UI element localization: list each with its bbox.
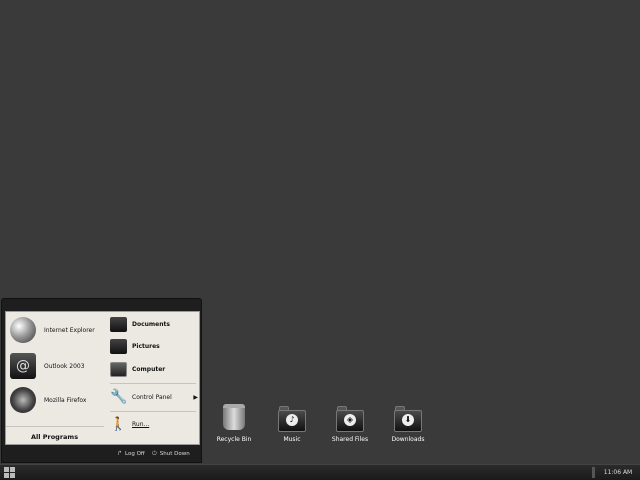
place-label: Pictures xyxy=(132,342,160,350)
all-programs-button[interactable]: All Programs xyxy=(6,426,104,446)
log-off-label: Log Off xyxy=(125,450,145,457)
place-run[interactable]: 🚶 Run... xyxy=(110,414,200,434)
desktop-icon-label: Downloads xyxy=(391,436,425,443)
place-label: Documents xyxy=(132,320,170,328)
wrench-icon: 🔧 xyxy=(110,388,128,405)
computer-monitor-icon xyxy=(110,361,127,377)
submenu-arrow-icon: ▶ xyxy=(193,393,198,401)
documents-folder-icon xyxy=(110,316,127,332)
pinned-programs: Internet Explorer @ Outlook 2003 Mozilla… xyxy=(6,312,104,446)
outlook-icon: @ xyxy=(10,353,36,379)
place-control-panel[interactable]: 🔧 Control Panel ▶ xyxy=(110,387,200,407)
place-label: Computer xyxy=(132,365,166,373)
place-label: Run... xyxy=(132,420,150,428)
desktop-icon-music[interactable]: ♪ Music xyxy=(262,404,322,443)
place-label: Control Panel xyxy=(132,393,172,401)
program-outlook[interactable]: @ Outlook 2003 xyxy=(10,352,102,380)
desktop-icon-label: Shared Files xyxy=(331,436,369,443)
menu-divider xyxy=(110,411,196,412)
log-off-button[interactable]: ↱ Log Off xyxy=(117,450,145,457)
place-computer[interactable]: Computer xyxy=(110,359,200,379)
shared-folder-icon: ◈ xyxy=(336,404,364,432)
program-label: Mozilla Firefox xyxy=(44,396,87,404)
log-off-icon: ↱ xyxy=(117,450,123,457)
places-list: Documents Pictures Computer 🔧 Control Pa… xyxy=(106,312,200,446)
place-documents[interactable]: Documents xyxy=(110,314,200,334)
menu-divider xyxy=(110,383,196,384)
desktop-icon-label: Music xyxy=(283,436,301,443)
desktop-icon-label: Recycle Bin xyxy=(216,436,252,443)
place-pictures[interactable]: Pictures xyxy=(110,336,200,356)
program-label: Outlook 2003 xyxy=(44,362,85,370)
desktop-icon-downloads[interactable]: ⬇ Downloads xyxy=(378,404,438,443)
internet-explorer-icon xyxy=(10,317,36,343)
run-person-icon: 🚶 xyxy=(110,416,127,432)
music-folder-icon: ♪ xyxy=(278,404,306,432)
pictures-folder-icon xyxy=(110,338,127,354)
downloads-folder-icon: ⬇ xyxy=(394,404,422,432)
taskbar-clock[interactable]: 11:06 AM xyxy=(598,465,638,480)
program-internet-explorer[interactable]: Internet Explorer xyxy=(10,316,102,344)
shut-down-label: Shut Down xyxy=(159,451,190,457)
program-label: Internet Explorer xyxy=(44,326,95,334)
power-icon: ⏻ xyxy=(152,450,157,457)
start-menu-panel: Internet Explorer @ Outlook 2003 Mozilla… xyxy=(5,311,200,445)
recycle-bin-icon xyxy=(220,404,248,432)
start-menu-footer: ↱ Log Off ⏻ Shut Down xyxy=(2,446,201,462)
firefox-icon xyxy=(10,387,36,413)
desktop-icon-recycle-bin[interactable]: Recycle Bin xyxy=(204,404,264,443)
desktop-icon-shared-files[interactable]: ◈ Shared Files xyxy=(320,404,380,443)
windows-logo-icon xyxy=(4,467,9,472)
start-menu: Internet Explorer @ Outlook 2003 Mozilla… xyxy=(1,298,202,463)
start-button[interactable] xyxy=(2,466,16,479)
taskbar: 11:06 AM xyxy=(0,464,640,480)
shut-down-button[interactable]: ⏻ Shut Down xyxy=(152,450,190,458)
program-firefox[interactable]: Mozilla Firefox xyxy=(10,386,102,414)
tray-grip xyxy=(592,467,595,478)
